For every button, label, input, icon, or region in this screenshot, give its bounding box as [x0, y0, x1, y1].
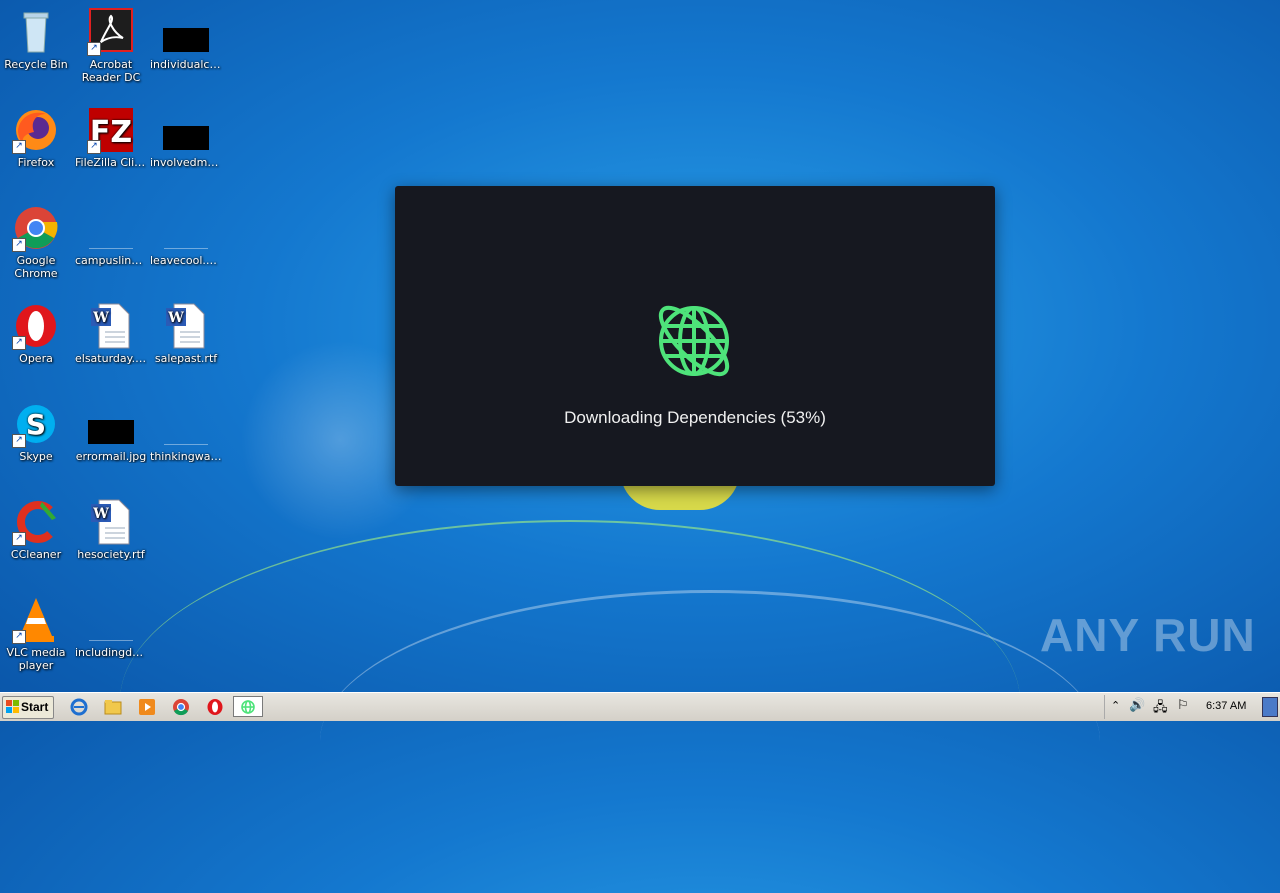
file-explorer-icon[interactable] [104, 698, 122, 716]
file-icon [162, 106, 210, 154]
recycle-bin-icon [12, 8, 60, 56]
globe-icon [658, 305, 730, 377]
opera-taskbar-icon[interactable] [206, 698, 224, 716]
desktop-icon-word-doc[interactable]: W elsaturday.rtf [75, 302, 147, 365]
word-doc-icon: W [87, 302, 135, 350]
svg-text:W: W [92, 506, 109, 522]
shortcut-arrow-icon: ↗ [12, 532, 26, 546]
watermark-text: ANY RUN [1040, 609, 1256, 661]
desktop-icon-acrobat[interactable]: ↗ Acrobat Reader DC [75, 8, 147, 84]
action-center-flag-icon[interactable]: ⚐ [1177, 698, 1189, 713]
ccleaner-icon: ↗ [12, 498, 60, 546]
vlc-icon: ↗ [12, 596, 60, 644]
desktop-icon-file[interactable]: individualcol... [150, 8, 222, 71]
desktop-icon-vlc[interactable]: ↗ VLC media player [0, 596, 72, 672]
desktop-icon-file[interactable]: campuslink... [75, 204, 147, 267]
taskbar-clock[interactable]: 6:37 AM [1206, 700, 1246, 712]
svg-text:W: W [167, 310, 184, 326]
svg-text:W: W [92, 310, 109, 326]
desktop-icon-image-file[interactable]: leavecool.png [150, 204, 222, 267]
shortcut-arrow-icon: ↗ [12, 336, 26, 350]
shortcut-arrow-icon: ↗ [12, 434, 26, 448]
acrobat-icon: ↗ [87, 8, 135, 56]
desktop-icon-file[interactable]: involvedmm... [150, 106, 222, 169]
show-desktop-button[interactable] [1262, 697, 1278, 717]
desktop-icon-word-doc[interactable]: W salepast.rtf [150, 302, 222, 365]
desktop-icon-skype[interactable]: S ↗ Skype [0, 400, 72, 463]
desktop-icon-firefox[interactable]: ↗ Firefox [0, 106, 72, 169]
chrome-taskbar-icon[interactable] [172, 698, 190, 716]
desktop-icon-file[interactable]: includingda... [75, 596, 147, 659]
desktop-icon-filezilla[interactable]: FZ ↗ FileZilla Client [75, 106, 147, 169]
word-doc-icon: W [162, 302, 210, 350]
chrome-icon: ↗ [12, 204, 60, 252]
start-label: Start [21, 700, 49, 714]
loading-dialog: Downloading Dependencies (53%) [395, 186, 995, 486]
image-file-icon [87, 400, 135, 448]
desktop-icons: Recycle Bin ↗ Acrobat Reader DC individu… [0, 0, 240, 690]
volume-icon[interactable]: 🔊 [1129, 698, 1145, 713]
shortcut-arrow-icon: ↗ [12, 140, 26, 154]
wallpaper-streak [320, 590, 1100, 893]
media-player-icon[interactable] [138, 698, 156, 716]
start-button[interactable]: Start [2, 696, 54, 719]
desktop-icon-chrome[interactable]: ↗ Google Chrome [0, 204, 72, 280]
file-icon [87, 204, 135, 252]
desktop-icon-file[interactable]: thinkingwar.... [150, 400, 222, 463]
show-hidden-icons-icon[interactable]: ⌃ [1111, 699, 1120, 712]
active-app-taskbar-button[interactable] [233, 696, 263, 717]
windows-flag-icon [6, 700, 19, 713]
desktop-icon-ccleaner[interactable]: ↗ CCleaner [0, 498, 72, 561]
desktop-icon-recycle-bin[interactable]: Recycle Bin [0, 8, 72, 71]
taskbar: Start ⌃ 🔊 🖧 ⚐ 6:37 AM [0, 692, 1280, 721]
image-file-icon [162, 204, 210, 252]
shortcut-arrow-icon: ↗ [12, 238, 26, 252]
network-icon[interactable]: 🖧 [1153, 698, 1168, 720]
desktop-icon-opera[interactable]: ↗ Opera [0, 302, 72, 365]
shortcut-arrow-icon: ↗ [87, 42, 101, 56]
opera-icon: ↗ [12, 302, 60, 350]
svg-text:S: S [26, 408, 46, 441]
file-icon [162, 8, 210, 56]
shortcut-arrow-icon: ↗ [87, 140, 101, 154]
download-status-text: Downloading Dependencies (53%) [564, 408, 826, 427]
internet-explorer-icon[interactable] [70, 698, 88, 716]
firefox-icon: ↗ [12, 106, 60, 154]
word-doc-icon: W [87, 498, 135, 546]
shortcut-arrow-icon: ↗ [12, 630, 26, 644]
file-icon [87, 596, 135, 644]
skype-icon: S ↗ [12, 400, 60, 448]
globe-taskbar-icon [241, 700, 255, 714]
desktop-icon-image-file[interactable]: errormail.jpg [75, 400, 147, 463]
desktop-icon-word-doc[interactable]: W hesociety.rtf [75, 498, 147, 561]
file-icon [162, 400, 210, 448]
filezilla-icon: FZ ↗ [87, 106, 135, 154]
desktop-icon-label: Acrobat Reader DC [81, 58, 141, 84]
